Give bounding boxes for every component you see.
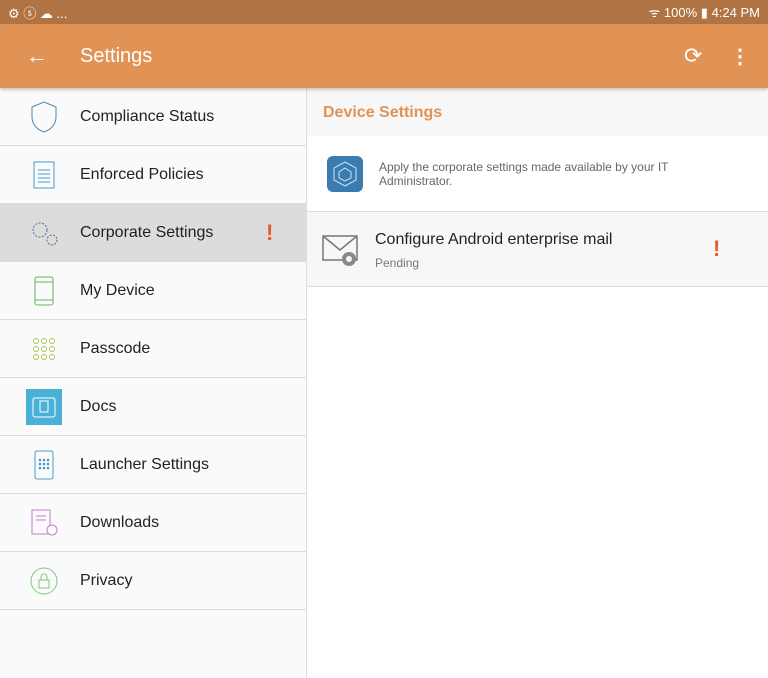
item-status: Pending	[375, 256, 420, 270]
page-title: Settings	[80, 44, 153, 67]
keypad-icon	[26, 331, 62, 367]
shield-icon	[26, 99, 62, 135]
corporate-settings-icon	[327, 156, 363, 192]
back-arrow-icon[interactable]: ←	[26, 43, 48, 69]
downloads-icon	[26, 505, 62, 541]
sidebar-item-passcode[interactable]: Passcode	[0, 320, 306, 378]
sidebar-item-corporate-settings[interactable]: Corporate Settings !	[0, 204, 306, 262]
sidebar-item-docs[interactable]: Docs	[0, 378, 306, 436]
document-icon	[26, 157, 62, 193]
docs-icon	[26, 388, 62, 425]
sidebar: Compliance Status Enforced Policies Corp…	[0, 88, 307, 678]
intro-text: Apply the corporate settings made availa…	[379, 160, 669, 188]
mail-settings-icon	[322, 234, 360, 273]
wifi-icon: ᯤ	[648, 5, 664, 20]
status-bar: ⚙ ⓢ ☁ ... ᯤ 100% ▮ 4:24 PM	[0, 0, 768, 24]
sidebar-item-my-device[interactable]: My Device	[0, 262, 306, 320]
sidebar-item-enforced-policies[interactable]: Enforced Policies	[0, 146, 306, 204]
app-bar: ← Settings ⟳ ⋮	[0, 24, 768, 88]
battery-level: 100%	[663, 5, 698, 20]
refresh-icon[interactable]: ⟳	[684, 43, 702, 69]
battery-icon: ▮	[700, 5, 708, 20]
section-title: Device Settings	[307, 88, 768, 136]
sidebar-item-downloads[interactable]: Downloads	[0, 494, 306, 552]
alert-icon: !	[266, 219, 274, 245]
clock: 4:24 PM	[711, 5, 760, 20]
phone-icon	[26, 273, 62, 309]
launcher-icon	[26, 447, 62, 483]
alert-icon: !	[713, 236, 721, 261]
sidebar-item-privacy[interactable]: Privacy	[0, 552, 306, 610]
lock-icon	[26, 563, 62, 599]
list-item-configure-mail[interactable]: Configure Android enterprise mail Pendin…	[307, 212, 768, 287]
sidebar-item-launcher-settings[interactable]: Launcher Settings	[0, 436, 306, 494]
intro-card: Apply the corporate settings made availa…	[307, 136, 768, 212]
notification-icons: ⚙ ⓢ ☁ ...	[8, 5, 68, 21]
main-panel: Device Settings Apply the corporate sett…	[307, 88, 768, 678]
more-options-icon[interactable]: ⋮	[730, 44, 750, 69]
item-title: Configure Android enterprise mail	[375, 231, 613, 248]
gears-icon	[26, 215, 62, 251]
sidebar-item-compliance-status[interactable]: Compliance Status	[0, 88, 306, 146]
